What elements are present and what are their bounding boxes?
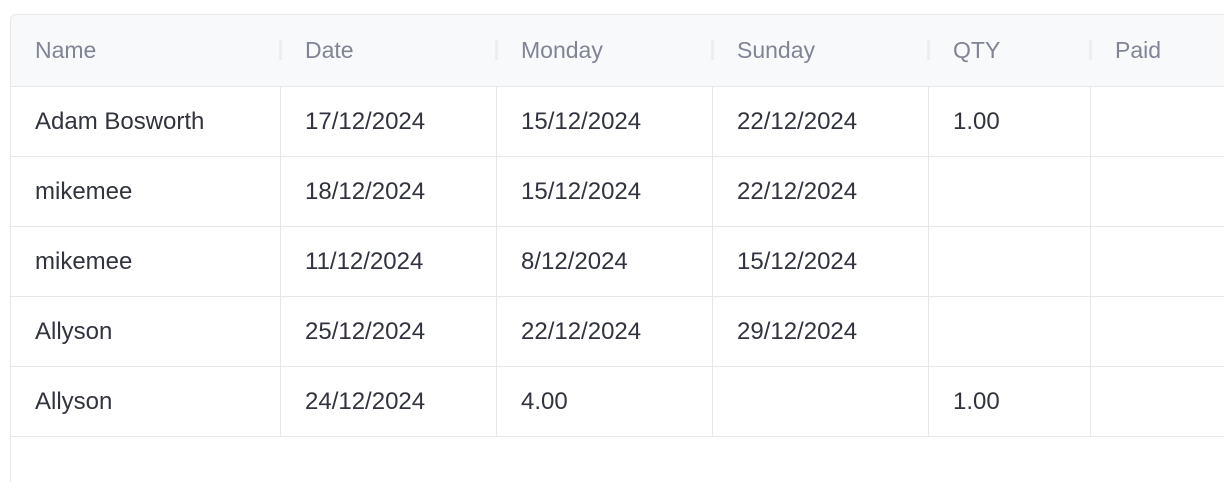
table-row: Allyson 24/12/2024 4.00 1.00 <box>11 367 1224 437</box>
table-row: mikemee 11/12/2024 8/12/2024 15/12/2024 <box>11 227 1224 297</box>
cell-name[interactable]: Adam Bosworth <box>11 87 281 156</box>
cell-monday[interactable]: 22/12/2024 <box>497 297 713 366</box>
cell-paid[interactable] <box>1091 367 1224 436</box>
cell-name[interactable]: Allyson <box>11 297 281 366</box>
data-grid[interactable]: Name Date Monday Sunday QTY Paid Adam Bo… <box>10 14 1224 482</box>
cell-monday[interactable]: 15/12/2024 <box>497 87 713 156</box>
table-header: Name Date Monday Sunday QTY Paid <box>11 15 1224 87</box>
table-row: Adam Bosworth 17/12/2024 15/12/2024 22/1… <box>11 87 1224 157</box>
cell-date[interactable]: 17/12/2024 <box>281 87 497 156</box>
cell-sunday[interactable]: 22/12/2024 <box>713 157 929 226</box>
cell-monday[interactable]: 15/12/2024 <box>497 157 713 226</box>
cell-date[interactable]: 24/12/2024 <box>281 367 497 436</box>
cell-paid[interactable] <box>1091 157 1224 226</box>
cell-qty[interactable] <box>929 227 1091 296</box>
cell-monday[interactable]: 8/12/2024 <box>497 227 713 296</box>
column-header-date[interactable]: Date <box>281 15 497 86</box>
cell-qty[interactable]: 1.00 <box>929 367 1091 436</box>
column-header-name[interactable]: Name <box>11 15 281 86</box>
column-header-paid[interactable]: Paid <box>1091 15 1224 86</box>
column-header-sunday[interactable]: Sunday <box>713 15 929 86</box>
cell-monday[interactable]: 4.00 <box>497 367 713 436</box>
cell-name[interactable]: mikemee <box>11 227 281 296</box>
column-header-qty[interactable]: QTY <box>929 15 1091 86</box>
cell-date[interactable]: 18/12/2024 <box>281 157 497 226</box>
table-row: Allyson 25/12/2024 22/12/2024 29/12/2024 <box>11 297 1224 367</box>
cell-name[interactable]: mikemee <box>11 157 281 226</box>
cell-sunday[interactable] <box>713 367 929 436</box>
cell-date[interactable]: 11/12/2024 <box>281 227 497 296</box>
cell-sunday[interactable]: 29/12/2024 <box>713 297 929 366</box>
cell-paid[interactable] <box>1091 297 1224 366</box>
cell-paid[interactable] <box>1091 87 1224 156</box>
cell-sunday[interactable]: 15/12/2024 <box>713 227 929 296</box>
cell-sunday[interactable]: 22/12/2024 <box>713 87 929 156</box>
cell-date[interactable]: 25/12/2024 <box>281 297 497 366</box>
cell-name[interactable]: Allyson <box>11 367 281 436</box>
cell-qty[interactable]: 1.00 <box>929 87 1091 156</box>
column-header-monday[interactable]: Monday <box>497 15 713 86</box>
cell-qty[interactable] <box>929 157 1091 226</box>
cell-qty[interactable] <box>929 297 1091 366</box>
table-row: mikemee 18/12/2024 15/12/2024 22/12/2024 <box>11 157 1224 227</box>
cell-paid[interactable] <box>1091 227 1224 296</box>
